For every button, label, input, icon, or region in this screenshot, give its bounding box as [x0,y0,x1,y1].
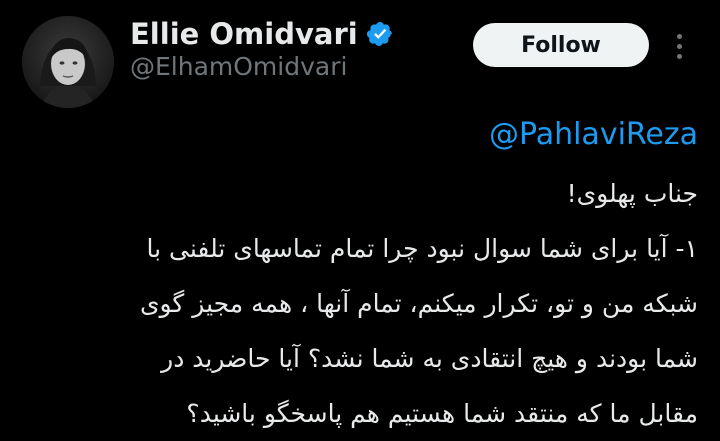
name-row: Ellie Omidvari [130,14,394,54]
tweet-text: @PahlaviReza جناب پهلوی! ۱- آیا برای شما… [40,112,698,441]
display-name[interactable]: Ellie Omidvari [130,17,358,51]
tweet-line: ۱- آیا برای شما سوال نبود چرا تمام تماسه… [146,234,698,263]
user-handle[interactable]: @ElhamOmidvari [130,52,347,81]
tweet-line: مقابل ما که منتقد شما هستیم هم پاسخگو با… [186,399,698,428]
tweet-header: Ellie Omidvari @ElhamOmidvari Follow [0,0,720,108]
tweet-line: شما بودند و هیچ انتقادی به شما نشد؟ آیا … [161,344,698,373]
more-dot [676,33,682,39]
avatar[interactable] [22,16,114,108]
tweet-line: جناب پهلوی! [566,179,698,208]
more-options-icon[interactable] [667,28,691,64]
more-dot [676,43,682,49]
more-dot [676,53,682,59]
avatar-image [22,16,114,108]
mention-link[interactable]: @PahlaviReza [40,112,698,158]
verified-badge-icon [366,22,392,46]
tweet-line: شبکه من و تو، تکرار میکنم، تمام آنها ، ه… [139,289,698,318]
follow-button[interactable]: Follow [473,23,649,67]
